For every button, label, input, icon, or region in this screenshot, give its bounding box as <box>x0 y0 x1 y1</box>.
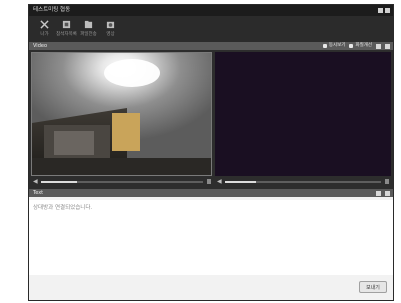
input-area: 보내기 <box>29 275 393 300</box>
speaker-icon[interactable]: ◀ <box>217 177 225 186</box>
local-video-controls: ◀ <box>33 177 211 186</box>
quality-label: 화질개선 <box>355 43 372 48</box>
send-button[interactable]: 보내기 <box>359 281 387 293</box>
window-title: 테스트미팅 협동 <box>33 7 71 13</box>
meeting-window: 테스트미팅 협동 나가 참석자목록 파일전송 영상 Video 동시보기 화질개… <box>28 4 394 301</box>
collapse-icon[interactable] <box>385 190 390 196</box>
video-icon <box>106 21 115 29</box>
file-transfer-label: 파일전송 <box>80 32 97 37</box>
chat-message: 상대방과 연결되었습니다. <box>33 205 93 211</box>
text-section-bar: Text <box>29 189 393 197</box>
layout-icon[interactable] <box>376 190 381 196</box>
collapse-icon[interactable] <box>385 43 390 49</box>
checkbox-icon <box>349 44 354 48</box>
text-section-label: Text <box>33 190 44 196</box>
video-section-bar: Video 동시보기 화질개선 <box>29 42 393 50</box>
toolbar: 나가 참석자목록 파일전송 영상 <box>29 16 393 42</box>
remote-progress-fill <box>225 180 257 183</box>
simultaneous-view-label: 동시보기 <box>328 43 346 48</box>
local-progress-bar[interactable] <box>41 180 203 183</box>
participants-button[interactable]: 참석자목록 <box>56 16 77 42</box>
local-progress-fill <box>41 180 77 183</box>
close-icon[interactable] <box>385 8 390 13</box>
file-transfer-icon <box>84 20 93 29</box>
simultaneous-view-checkbox[interactable]: 동시보기 <box>322 42 346 50</box>
window-controls <box>378 8 390 13</box>
minimize-icon[interactable] <box>378 8 383 13</box>
volume-icon[interactable] <box>207 179 211 184</box>
title-bar: 테스트미팅 협동 <box>29 5 393 16</box>
exit-label: 나가 <box>40 32 49 37</box>
checkbox-icon <box>322 44 327 48</box>
remote-progress-bar[interactable] <box>225 180 381 183</box>
video-section-label: Video <box>33 43 48 49</box>
participants-label: 참석자목록 <box>56 32 77 37</box>
video-button[interactable]: 영상 <box>101 16 120 42</box>
quality-checkbox[interactable]: 화질개선 <box>349 42 372 50</box>
volume-icon[interactable] <box>385 179 389 184</box>
chat-log[interactable]: 상대방과 연결되었습니다. <box>29 200 393 275</box>
layout-icon[interactable] <box>376 43 381 49</box>
file-transfer-button[interactable]: 파일전송 <box>79 16 98 42</box>
remote-video[interactable] <box>215 52 391 176</box>
user-list-icon <box>62 20 71 29</box>
video-area: ◀ ◀ <box>29 50 393 189</box>
local-video-frame <box>32 53 211 175</box>
video-label: 영상 <box>106 32 115 37</box>
speaker-icon[interactable]: ◀ <box>33 177 41 186</box>
exit-button[interactable]: 나가 <box>35 16 54 42</box>
local-video[interactable] <box>31 52 212 176</box>
remote-video-controls: ◀ <box>217 177 389 186</box>
exit-icon <box>40 20 49 29</box>
